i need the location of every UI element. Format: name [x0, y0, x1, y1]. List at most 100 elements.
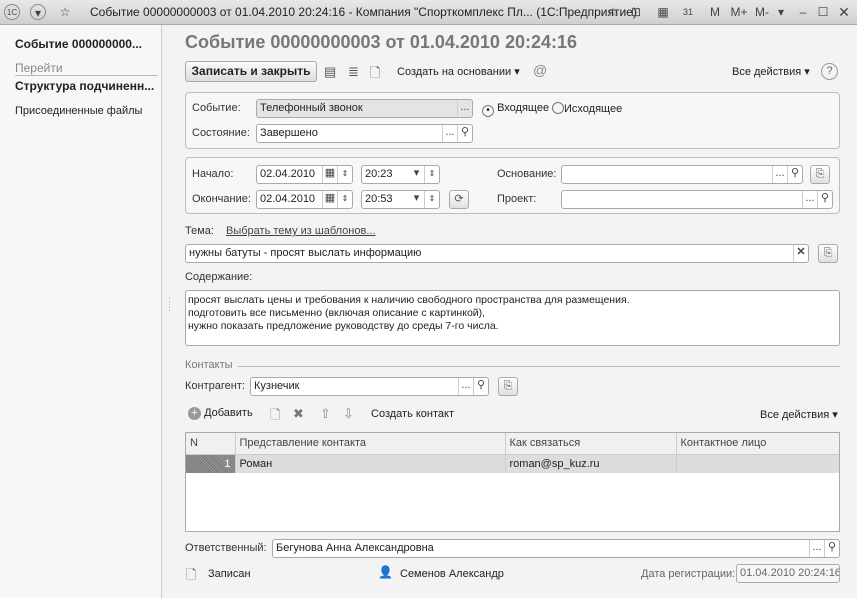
- start-date-value: 02.04.2010: [260, 168, 316, 180]
- menu-dropdown-icon[interactable]: ▾: [30, 4, 46, 20]
- spinner-icon[interactable]: ⇕: [424, 166, 439, 183]
- counterparty-field[interactable]: Кузнечик... ⚲: [250, 377, 489, 396]
- table-header: N Представление контакта Как связаться К…: [186, 433, 839, 455]
- event-field[interactable]: Телефонный звонок...: [256, 99, 473, 118]
- minimize-icon[interactable]: –: [795, 4, 811, 20]
- m-plus-button[interactable]: M+: [728, 4, 750, 20]
- basis-field[interactable]: ... ⚲: [561, 165, 803, 184]
- all-actions-button[interactable]: Все действия ▾: [732, 65, 810, 78]
- state-field[interactable]: Завершено... ⚲: [256, 124, 473, 143]
- open-counterparty-button[interactable]: ⎘: [498, 377, 518, 396]
- copy-icon[interactable]: 🗋: [270, 406, 280, 428]
- select-button[interactable]: ...: [457, 100, 472, 117]
- basis-label: Основание:: [497, 168, 557, 180]
- close-icon[interactable]: ✕: [836, 4, 852, 20]
- dropdown-icon[interactable]: ▾: [409, 191, 424, 208]
- calendar-icon[interactable]: ▦: [322, 191, 337, 208]
- topic-field[interactable]: нужны батуты - просят выслать информацию…: [185, 244, 809, 263]
- favorite-star-icon[interactable]: ☆: [57, 4, 73, 20]
- spinner-icon[interactable]: ⇕: [424, 191, 439, 208]
- create-contact-button[interactable]: Создать контакт: [371, 408, 454, 420]
- counterparty-value: Кузнечик: [254, 380, 300, 392]
- column-header-how-to-contact[interactable]: Как связаться: [505, 433, 677, 455]
- content-line: нужно показать предложение руководству д…: [188, 320, 499, 332]
- app-logo-icon[interactable]: 1C: [4, 4, 20, 20]
- add-button[interactable]: + Добавить: [188, 407, 253, 420]
- select-button[interactable]: ...: [442, 125, 457, 142]
- column-header-representation[interactable]: Представление контакта: [235, 433, 506, 455]
- start-time-field[interactable]: 20:23 ▾ ⇕: [361, 165, 440, 184]
- m-button[interactable]: M: [707, 4, 723, 20]
- refresh-button[interactable]: ⟳: [449, 190, 469, 209]
- event-value: Телефонный звонок: [260, 102, 363, 114]
- delete-icon[interactable]: ✖: [293, 406, 304, 422]
- start-date-field[interactable]: 02.04.2010 ▦ ⇕: [256, 165, 353, 184]
- content-line: просят выслать цены и требования к налич…: [188, 294, 630, 306]
- star-icon[interactable]: ☆: [605, 4, 621, 20]
- radio-unselected-icon: [552, 102, 564, 114]
- save-and-close-button[interactable]: Записать и закрыть: [185, 61, 317, 82]
- cell-n[interactable]: 1: [186, 454, 236, 473]
- sidebar-item-structure[interactable]: Структура подчиненн...: [15, 79, 154, 93]
- cell-name[interactable]: Роман: [235, 454, 506, 473]
- incoming-radio[interactable]: • Входящее: [482, 102, 549, 117]
- save-icon[interactable]: ▤: [324, 64, 336, 80]
- contacts-all-actions-button[interactable]: Все действия ▾: [760, 408, 838, 421]
- create-based-on-button[interactable]: Создать на основании ▾: [397, 65, 520, 78]
- outgoing-radio[interactable]: Исходящее: [552, 102, 622, 115]
- add-label: Добавить: [204, 407, 253, 419]
- sidebar-document[interactable]: Событие 000000000...: [15, 37, 142, 51]
- column-header-contact-person[interactable]: Контактное лицо: [676, 433, 839, 455]
- move-up-icon[interactable]: ⇧: [320, 406, 331, 422]
- start-time-value: 20:23: [365, 168, 393, 180]
- page-title: Событие 00000000003 от 01.04.2010 20:24:…: [185, 32, 578, 52]
- select-button[interactable]: ...: [802, 191, 817, 208]
- search-icon[interactable]: ⚲: [817, 191, 832, 208]
- bookmark-icon[interactable]: ⊡: [628, 4, 644, 20]
- dropdown-icon[interactable]: ▾: [773, 4, 789, 20]
- help-button[interactable]: ?: [821, 63, 838, 80]
- divider: [15, 75, 158, 76]
- maximize-icon[interactable]: ☐: [815, 4, 831, 20]
- content-textarea[interactable]: просят выслать цены и требования к налич…: [185, 290, 840, 346]
- responsible-label: Ответственный:: [185, 542, 267, 554]
- select-button[interactable]: ...: [809, 540, 824, 557]
- column-header-n[interactable]: N: [186, 433, 236, 455]
- move-down-icon[interactable]: ⇩: [343, 406, 354, 422]
- splitter-handle[interactable]: ⋮ ⋮: [165, 297, 174, 312]
- sidebar-item-attached-files[interactable]: Присоединенные файлы: [15, 105, 142, 117]
- contacts-table[interactable]: N Представление контакта Как связаться К…: [185, 432, 840, 532]
- calendar-icon[interactable]: ▦: [322, 166, 337, 183]
- end-date-field[interactable]: 02.04.2010 ▦ ⇕: [256, 190, 353, 209]
- radio-selected-icon: •: [482, 105, 494, 117]
- calculator-icon[interactable]: ▦: [655, 4, 671, 20]
- spinner-icon[interactable]: ⇕: [337, 166, 352, 183]
- select-button[interactable]: ...: [458, 378, 473, 395]
- open-topic-button[interactable]: ⎘: [818, 244, 838, 263]
- topic-label: Тема:: [185, 225, 214, 237]
- project-label: Проект:: [497, 193, 537, 205]
- m-minus-button[interactable]: M-: [752, 4, 772, 20]
- end-time-field[interactable]: 20:53 ▾ ⇕: [361, 190, 440, 209]
- search-icon[interactable]: ⚲: [457, 125, 472, 142]
- clear-icon[interactable]: ✕: [793, 245, 808, 262]
- spinner-icon[interactable]: ⇕: [337, 191, 352, 208]
- table-row[interactable]: 1 Роман roman@sp_kuz.ru: [186, 454, 839, 473]
- document-icon[interactable]: 🗋: [370, 64, 380, 86]
- chevron-down-icon: ▾: [804, 66, 810, 78]
- responsible-field[interactable]: Бегунова Анна Александровна... ⚲: [272, 539, 840, 558]
- select-button[interactable]: ...: [772, 166, 787, 183]
- calendar-icon[interactable]: 31: [680, 4, 696, 20]
- open-basis-button[interactable]: ⎘: [810, 165, 830, 184]
- cell-how[interactable]: roman@sp_kuz.ru: [505, 454, 677, 473]
- search-icon[interactable]: ⚲: [787, 166, 802, 183]
- search-icon[interactable]: ⚲: [824, 540, 839, 557]
- dropdown-icon[interactable]: ▾: [409, 166, 424, 183]
- project-field[interactable]: ... ⚲: [561, 190, 833, 209]
- list-icon[interactable]: ≣: [348, 64, 359, 80]
- search-icon[interactable]: ⚲: [473, 378, 488, 395]
- cell-person[interactable]: [676, 454, 839, 473]
- choose-topic-link[interactable]: Выбрать тему из шаблонов...: [226, 225, 376, 237]
- sidebar-goto-heading: Перейти: [15, 61, 63, 75]
- email-at-icon[interactable]: @: [533, 62, 547, 78]
